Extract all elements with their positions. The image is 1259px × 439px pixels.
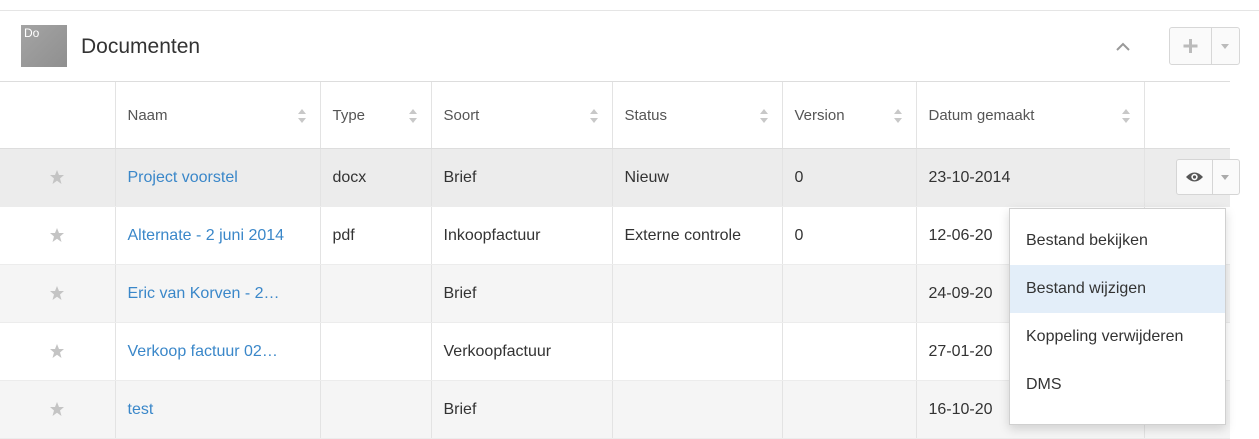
status-cell: Externe controle xyxy=(611,206,782,265)
version-cell: 0 xyxy=(781,206,916,265)
column-header-favorite xyxy=(0,81,115,149)
panel-header: Do Documenten xyxy=(0,11,1259,81)
column-header-naam[interactable]: Naam xyxy=(114,81,320,149)
sort-icon xyxy=(297,109,306,123)
panel-title: Documenten xyxy=(81,35,201,58)
document-link[interactable]: Project voorstel xyxy=(128,169,238,186)
version-cell: 0 xyxy=(781,148,916,207)
name-cell[interactable]: test xyxy=(114,380,320,439)
caret-down-icon xyxy=(1221,44,1229,49)
document-link[interactable]: Eric van Korven - 2… xyxy=(128,285,280,302)
row-actions-split-button[interactable] xyxy=(1176,159,1240,195)
row-actions-dropdown-menu: Bestand bekijken Bestand wijzigen Koppel… xyxy=(1009,208,1226,425)
star-icon[interactable] xyxy=(49,343,65,359)
sort-icon xyxy=(589,109,598,123)
name-cell[interactable]: Eric van Korven - 2… xyxy=(114,264,320,323)
status-cell: Nieuw xyxy=(611,148,782,207)
document-link[interactable]: Alternate - 2 juni 2014 xyxy=(128,227,285,244)
column-header-type[interactable]: Type xyxy=(319,81,431,149)
favorite-cell[interactable] xyxy=(0,322,115,381)
sort-icon xyxy=(408,109,417,123)
add-menu-toggle[interactable] xyxy=(1211,28,1239,64)
column-header-soort[interactable]: Soort xyxy=(430,81,612,149)
favorite-cell[interactable] xyxy=(0,380,115,439)
badge-text: Do xyxy=(24,26,40,40)
column-header-version[interactable]: Version xyxy=(781,81,916,149)
soort-cell: Brief xyxy=(430,148,612,207)
star-icon[interactable] xyxy=(49,401,65,417)
status-cell xyxy=(611,380,782,439)
menu-item-dms[interactable]: DMS xyxy=(1010,361,1225,409)
date-cell: 23-10-2014 xyxy=(915,148,1144,207)
favorite-cell[interactable] xyxy=(0,148,115,207)
version-cell xyxy=(781,380,916,439)
soort-cell: Inkoopfactuur xyxy=(430,206,612,265)
name-cell[interactable]: Verkoop factuur 02… xyxy=(114,322,320,381)
table-header-row: Naam Type Soort Status Version Datum gem… xyxy=(0,81,1230,149)
eye-icon xyxy=(1186,172,1203,182)
column-header-actions xyxy=(1143,81,1230,149)
soort-cell: Brief xyxy=(430,264,612,323)
row-actions-toggle[interactable] xyxy=(1212,160,1239,194)
type-cell xyxy=(319,380,431,439)
plus-icon xyxy=(1183,39,1198,53)
name-cell[interactable]: Alternate - 2 juni 2014 xyxy=(114,206,320,265)
version-cell xyxy=(781,322,916,381)
star-icon[interactable] xyxy=(49,227,65,243)
column-header-status[interactable]: Status xyxy=(611,81,782,149)
document-link[interactable]: test xyxy=(128,401,154,418)
type-cell xyxy=(319,264,431,323)
caret-down-icon xyxy=(1221,175,1229,180)
status-cell xyxy=(611,264,782,323)
sort-icon xyxy=(1121,109,1130,123)
chevron-up-icon[interactable] xyxy=(1113,37,1133,57)
document-link[interactable]: Verkoop factuur 02… xyxy=(128,343,278,360)
documents-badge-icon: Do xyxy=(21,25,67,67)
favorite-cell[interactable] xyxy=(0,206,115,265)
status-cell xyxy=(611,322,782,381)
add-document-button[interactable] xyxy=(1170,28,1212,64)
sort-icon xyxy=(893,109,902,123)
view-button[interactable] xyxy=(1177,160,1213,194)
type-cell xyxy=(319,322,431,381)
table-row[interactable]: Project voorstel docx Brief Nieuw 0 23-1… xyxy=(0,148,1230,207)
menu-item-bestand-wijzigen[interactable]: Bestand wijzigen xyxy=(1010,265,1225,313)
star-icon[interactable] xyxy=(49,285,65,301)
column-header-datum-gemaakt[interactable]: Datum gemaakt xyxy=(915,81,1144,149)
type-cell: pdf xyxy=(319,206,431,265)
sort-icon xyxy=(759,109,768,123)
favorite-cell[interactable] xyxy=(0,264,115,323)
menu-item-bestand-bekijken[interactable]: Bestand bekijken xyxy=(1010,217,1225,265)
type-cell: docx xyxy=(319,148,431,207)
version-cell xyxy=(781,264,916,323)
name-cell[interactable]: Project voorstel xyxy=(114,148,320,207)
soort-cell: Verkoopfactuur xyxy=(430,322,612,381)
star-icon[interactable] xyxy=(49,169,65,185)
soort-cell: Brief xyxy=(430,380,612,439)
add-document-split-button[interactable] xyxy=(1169,27,1240,65)
menu-item-koppeling-verwijderen[interactable]: Koppeling verwijderen xyxy=(1010,313,1225,361)
